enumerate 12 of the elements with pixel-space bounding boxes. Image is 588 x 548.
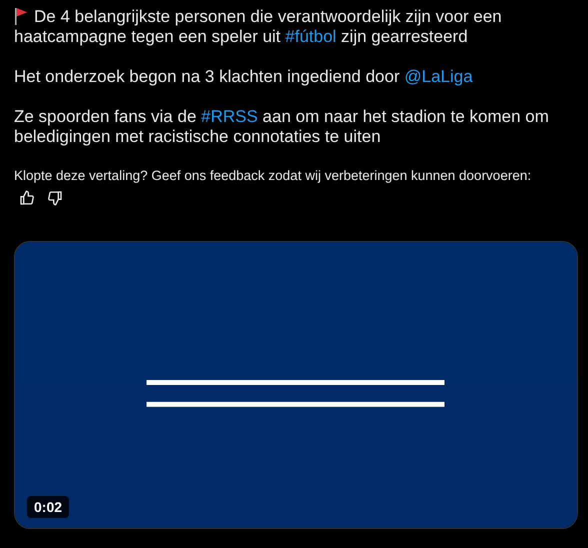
video-duration: 0:02 (27, 496, 70, 518)
hashtag-link[interactable]: #RRSS (201, 107, 258, 126)
video-player[interactable]: 0:02 (14, 241, 578, 529)
hashtag-link[interactable]: #fútbol (285, 27, 336, 46)
thumbs-up-icon[interactable] (19, 190, 35, 206)
post-paragraph: Ze spoorden fans via de #RRSS aan om naar het stadion te komen om beledigingen met racistische connotaties te uiten (14, 107, 550, 147)
post-paragraph: De 4 belangrijkste personen die verantwoordelijk zijn voor een haatcampagne tegen een speler uit #fútbol zijn gearresteerd (14, 7, 503, 47)
thumbs-down-icon[interactable] (47, 190, 63, 206)
post-paragraph: Het onderzoek begon na 3 klachten ingediend door @LaLiga (14, 67, 474, 87)
feedback-prompt: Klopte deze vertaling? Geef ons feedback zodat wij verbeteringen kunnen doorvoeren: (14, 167, 532, 185)
hashtag-link[interactable]: @LaLiga (404, 67, 473, 86)
flag-icon (14, 7, 28, 25)
